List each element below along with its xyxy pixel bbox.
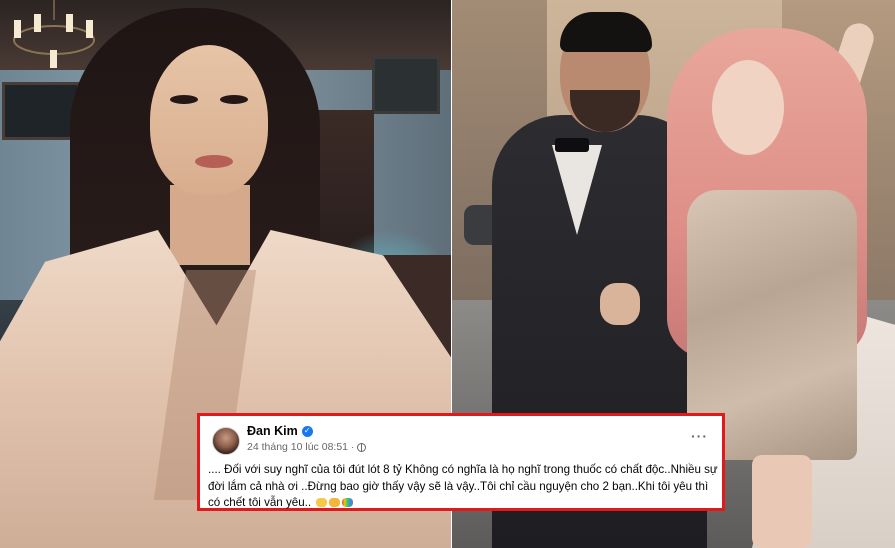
window [2, 82, 80, 140]
wall-tv [372, 56, 440, 114]
post-body: .... Đối với suy nghĩ của tôi đút lót 8 … [208, 462, 720, 512]
hands-icon [316, 498, 328, 508]
woman-legs [752, 455, 812, 548]
globe-icon [357, 442, 367, 452]
author-name[interactable]: Đan Kim [247, 424, 298, 438]
rainbow-flag-icon [342, 498, 354, 508]
woman-right-eye [220, 95, 248, 104]
woman-lips [195, 155, 233, 168]
woman-hand [600, 283, 640, 325]
author-row: Đan Kim ✓ [247, 424, 313, 438]
woman-left-eye [170, 95, 198, 104]
woman-face [712, 60, 784, 155]
post-meta: 24 tháng 10 lúc 08:51 · [247, 441, 367, 453]
post-timestamp[interactable]: 24 tháng 10 lúc 08:51 [247, 441, 348, 453]
meta-separator: · [351, 441, 355, 453]
man-hair [560, 12, 652, 52]
pray-icon [329, 498, 341, 508]
more-options-button[interactable]: ··· [691, 428, 708, 444]
avatar[interactable] [212, 427, 240, 455]
woman-neck [170, 185, 250, 265]
bow-tie [555, 138, 589, 152]
verified-badge-icon: ✓ [301, 425, 313, 437]
facebook-post-card: Đan Kim ✓ 24 tháng 10 lúc 08:51 · ··· ..… [197, 413, 725, 511]
woman-face [150, 45, 268, 195]
post-text: .... Đối với suy nghĩ của tôi đút lót 8 … [208, 463, 718, 509]
